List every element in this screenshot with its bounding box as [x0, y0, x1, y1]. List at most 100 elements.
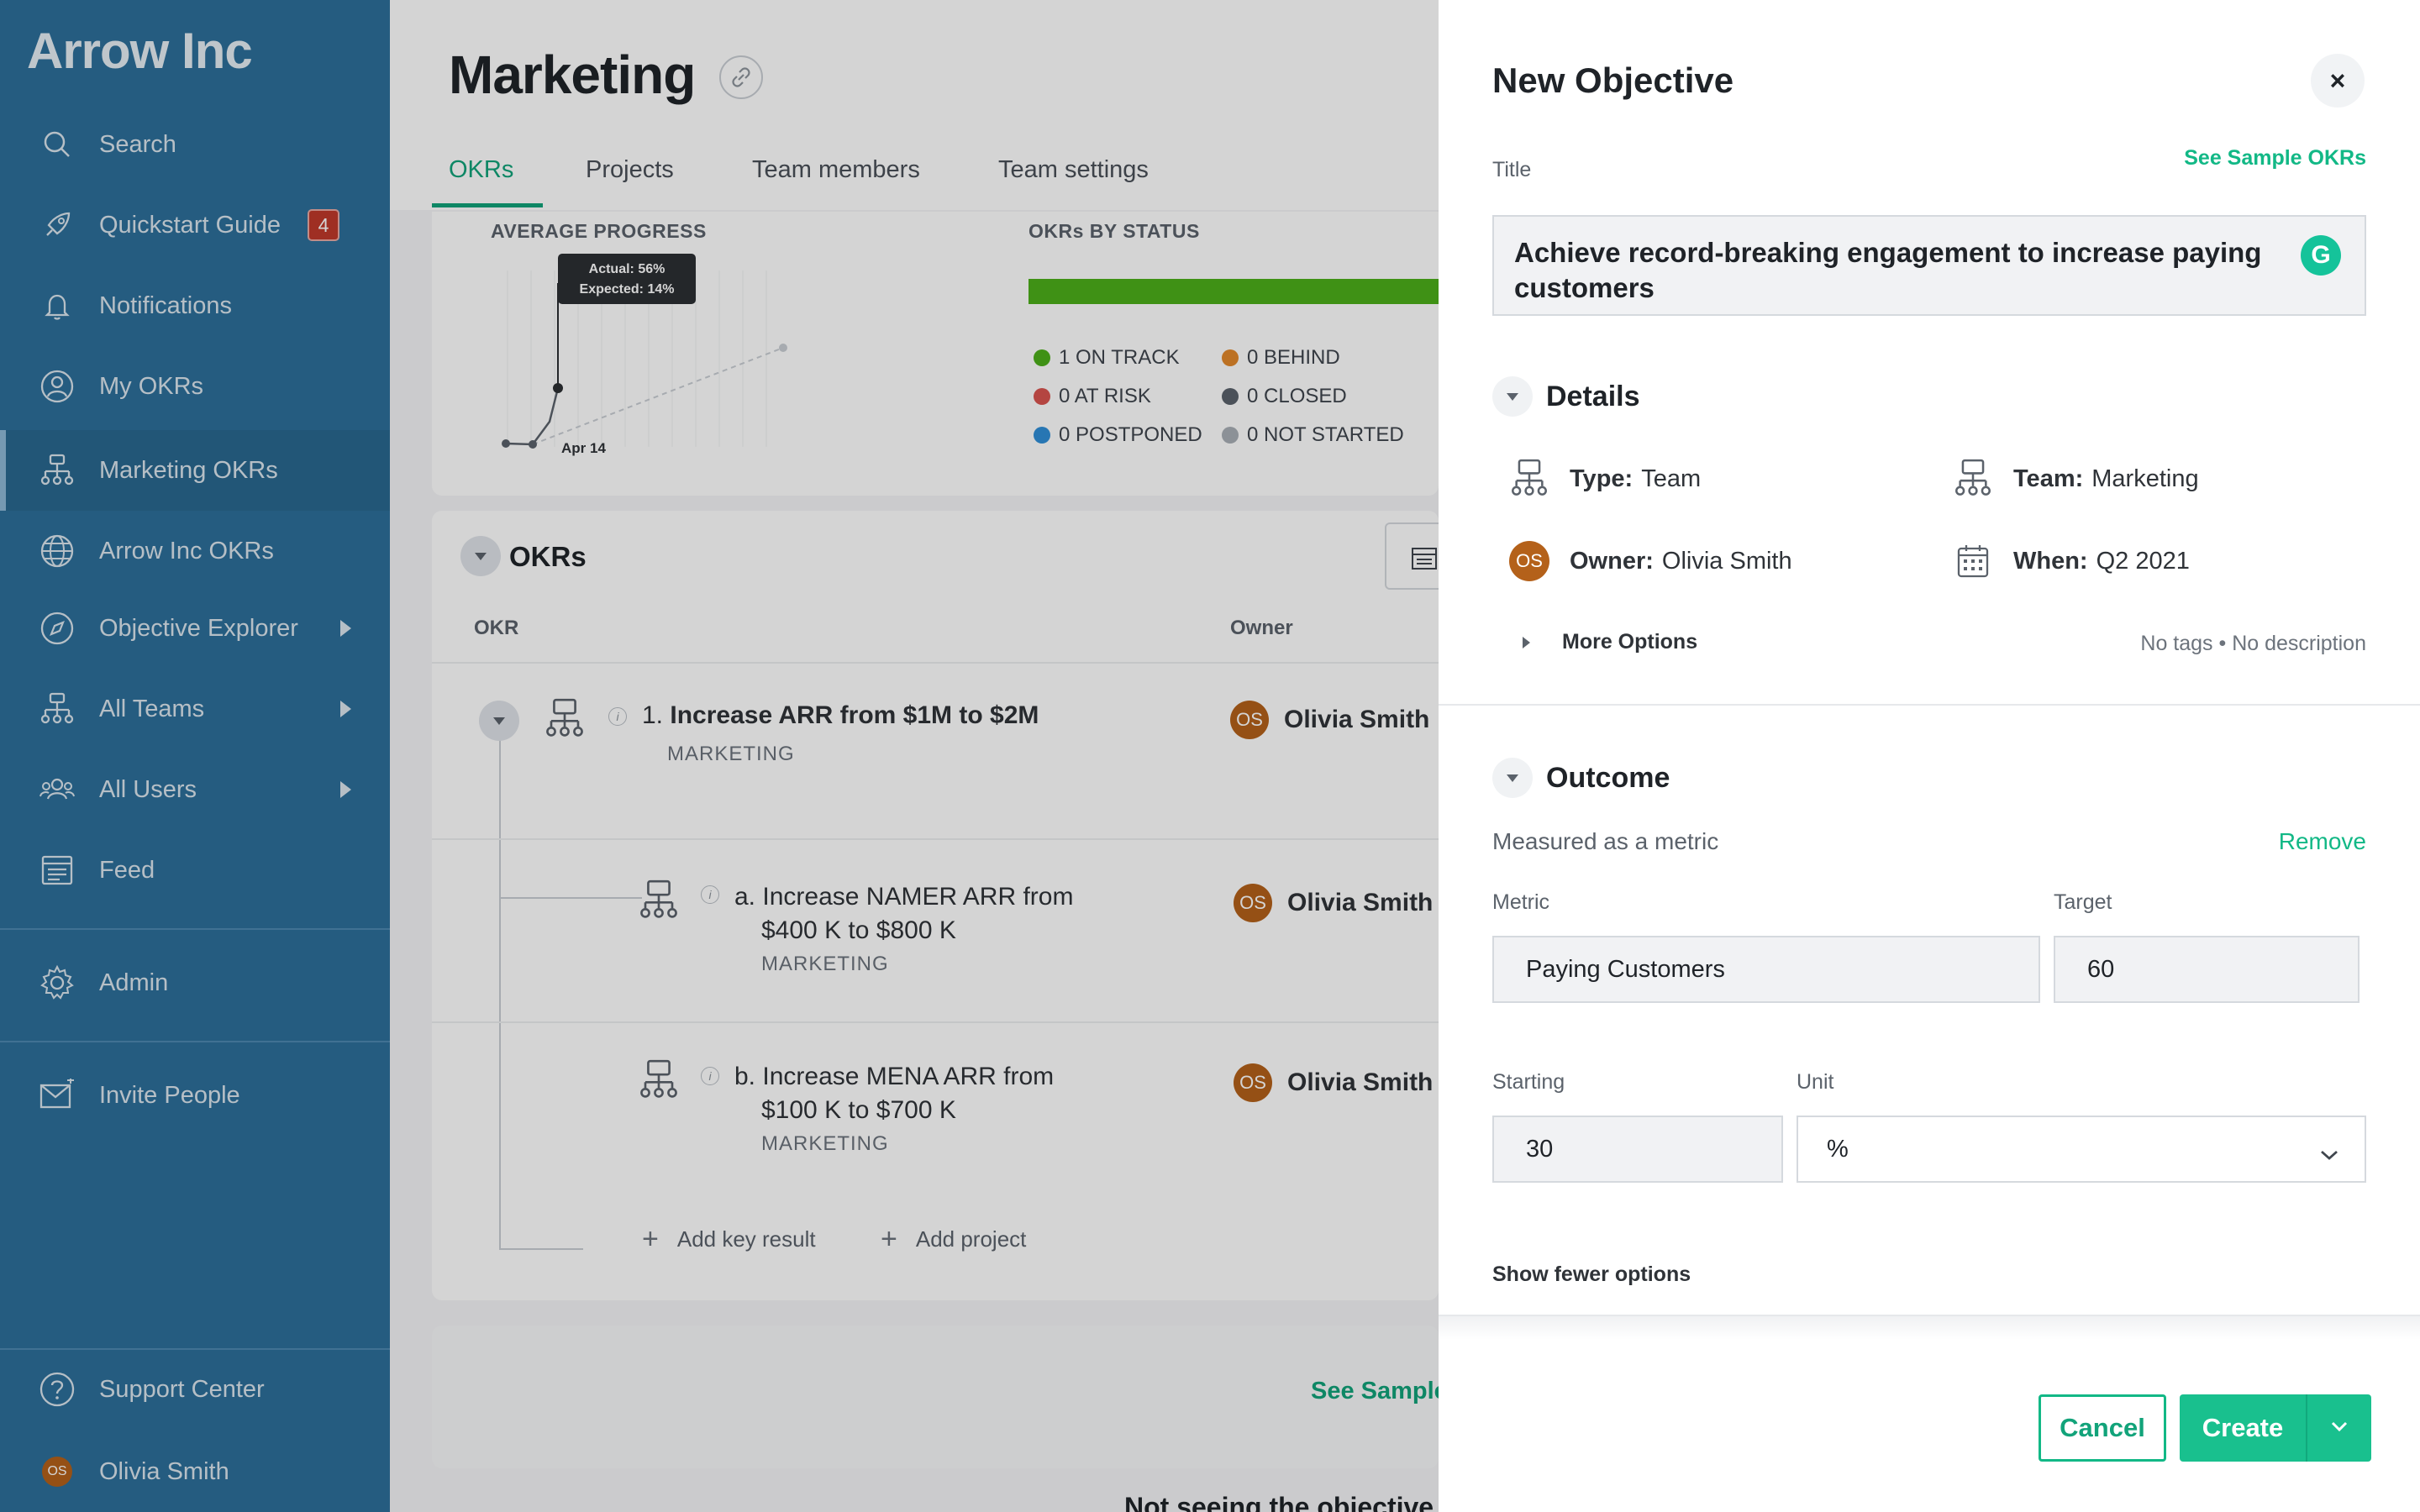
average-progress-label: AVERAGE PROGRESS: [491, 220, 707, 242]
sidebar-item-label: Feed: [99, 856, 155, 884]
owner[interactable]: OS Olivia Smith: [1234, 1063, 1433, 1102]
org-chart-icon: [639, 879, 679, 922]
chevron-down-icon: [2330, 1420, 2349, 1436]
link-icon: [729, 66, 753, 89]
okr-title-text: Increase ARR from $1M to $2M: [670, 701, 1039, 729]
add-project-button[interactable]: + Add project: [881, 1223, 1026, 1256]
show-fewer-options-link[interactable]: Show fewer options: [1492, 1263, 1691, 1287]
starting-input[interactable]: 30: [1492, 1116, 1783, 1183]
grammarly-icon[interactable]: G: [2301, 235, 2341, 276]
avatar: OS: [37, 1452, 77, 1492]
status-dot: [1222, 427, 1239, 444]
tab-team-members[interactable]: Team members: [752, 156, 920, 184]
sidebar-item-all-teams[interactable]: All Teams: [0, 669, 390, 749]
info-icon[interactable]: i: [701, 1067, 719, 1085]
okr-title[interactable]: 1. Increase ARR from $1M to $2M: [642, 699, 1039, 732]
sidebar-item-label: Invite People: [99, 1081, 240, 1109]
avatar-initials: OS: [1509, 541, 1549, 581]
team-key: Team:: [2013, 465, 2084, 492]
status-postponed: 0 POSTPONED: [1034, 423, 1202, 447]
unit-select-value: %: [1827, 1135, 1849, 1163]
sidebar-item-marketing-okrs[interactable]: Marketing OKRs: [0, 430, 390, 511]
expand-arrow-icon[interactable]: [340, 781, 351, 798]
avatar: OS: [1230, 701, 1269, 739]
cancel-button[interactable]: Cancel: [2039, 1394, 2166, 1462]
sidebar-item-invite[interactable]: Invite People: [0, 1055, 390, 1136]
sidebar-item-quickstart[interactable]: Quickstart Guide 4: [0, 185, 390, 265]
sidebar-item-all-users[interactable]: All Users: [0, 749, 390, 830]
row-divider: [432, 1021, 1439, 1023]
target-input[interactable]: 60: [2054, 936, 2360, 1003]
okr-title[interactable]: a. Increase NAMER ARR from $400 K to $80…: [734, 880, 1073, 948]
page-title: Marketing: [449, 45, 696, 105]
unit-select[interactable]: %: [1797, 1116, 2366, 1183]
sidebar-item-search[interactable]: Search: [0, 104, 390, 185]
title-input[interactable]: Achieve record-breaking engagement to in…: [1492, 215, 2366, 316]
type-detail[interactable]: Type: Team: [1507, 457, 1701, 501]
metric-label: Metric: [1492, 890, 1550, 914]
create-options-dropdown[interactable]: [2307, 1394, 2371, 1462]
metric-input[interactable]: Paying Customers: [1492, 936, 2040, 1003]
tab-projects[interactable]: Projects: [586, 156, 674, 184]
metric-input-value: Paying Customers: [1526, 955, 1725, 983]
info-icon[interactable]: i: [701, 885, 719, 904]
sidebar-item-notifications[interactable]: Notifications: [0, 265, 390, 346]
owner-key: Owner:: [1570, 547, 1654, 575]
starting-label: Starting: [1492, 1070, 1565, 1094]
collapse-row-toggle[interactable]: [479, 701, 519, 741]
more-options-toggle[interactable]: More Options: [1523, 630, 1697, 654]
collapse-outcome-toggle[interactable]: [1492, 758, 1533, 798]
close-button[interactable]: ×: [2311, 54, 2365, 108]
sidebar-item-arrow-okrs[interactable]: Arrow Inc OKRs: [0, 511, 390, 591]
summary-card: AVERAGE PROGRESS Actual: 56% Expected: 1…: [432, 212, 1439, 496]
sidebar: Arrow Inc Search Quickstart Guide 4 Noti…: [0, 0, 390, 1512]
copy-link-button[interactable]: [719, 55, 763, 99]
title-input-value: Achieve record-breaking engagement to in…: [1514, 237, 2262, 303]
sidebar-item-label: Olivia Smith: [99, 1457, 229, 1485]
collapse-okrs-toggle[interactable]: [460, 536, 501, 576]
sidebar-item-label: Admin: [99, 969, 169, 996]
status-bar: [1028, 279, 1439, 304]
avatar-initials: OS: [42, 1457, 72, 1487]
sidebar-item-feed[interactable]: Feed: [0, 830, 390, 911]
okr-title-line: Increase MENA ARR from: [762, 1063, 1055, 1090]
sidebar-item-my-okrs[interactable]: My OKRs: [0, 346, 390, 427]
sidebar-item-profile[interactable]: OS Olivia Smith: [0, 1431, 390, 1512]
status-text: 0 NOT STARTED: [1247, 423, 1404, 446]
plus-icon: +: [881, 1223, 897, 1255]
expand-arrow-icon[interactable]: [340, 620, 351, 637]
see-sample-okrs-link[interactable]: See Sample OKRs: [2184, 146, 2366, 171]
info-icon[interactable]: i: [608, 707, 627, 726]
sidebar-item-admin[interactable]: Admin: [0, 942, 390, 1023]
outcome-heading: Outcome: [1546, 761, 1670, 794]
tab-okrs[interactable]: OKRs: [449, 156, 513, 184]
owner-name: Olivia Smith: [1287, 1068, 1434, 1096]
expand-arrow-icon[interactable]: [340, 701, 351, 717]
owner[interactable]: OS Olivia Smith: [1234, 884, 1433, 922]
owner[interactable]: OS Olivia Smith: [1230, 701, 1429, 739]
okr-number: a.: [734, 883, 756, 911]
tooltip-expected: Expected: 14%: [579, 282, 675, 297]
owner-detail[interactable]: OS Owner: Olivia Smith: [1507, 539, 1792, 583]
chart-date-label: Apr 14: [561, 440, 606, 456]
status-text: 0 CLOSED: [1247, 385, 1347, 407]
okr-title[interactable]: b. Increase MENA ARR from $100 K to $700…: [734, 1060, 1054, 1127]
tab-team-settings[interactable]: Team settings: [998, 156, 1149, 184]
team-detail[interactable]: Team: Marketing: [1951, 457, 2199, 501]
add-key-result-button[interactable]: + Add key result: [642, 1223, 816, 1256]
create-button[interactable]: Create: [2180, 1394, 2306, 1462]
sidebar-item-objective-explorer[interactable]: Objective Explorer: [0, 588, 390, 669]
see-sample-link[interactable]: See Sample: [1311, 1378, 1448, 1405]
org-chart-icon: [37, 689, 77, 729]
sidebar-item-label: Arrow Inc OKRs: [99, 537, 274, 564]
remove-link[interactable]: Remove: [2279, 828, 2366, 855]
sidebar-item-support[interactable]: Support Center: [0, 1349, 390, 1430]
details-section-header[interactable]: Details: [1492, 376, 1640, 417]
when-detail[interactable]: When: Q2 2021: [1951, 539, 2190, 583]
sidebar-item-label: Search: [99, 130, 176, 158]
status-at-risk: 0 AT RISK: [1034, 385, 1151, 408]
target-input-value: 60: [2087, 955, 2115, 983]
outcome-section-header[interactable]: Outcome: [1492, 758, 1670, 798]
collapse-details-toggle[interactable]: [1492, 376, 1533, 417]
brand-logo[interactable]: Arrow Inc: [27, 22, 253, 80]
